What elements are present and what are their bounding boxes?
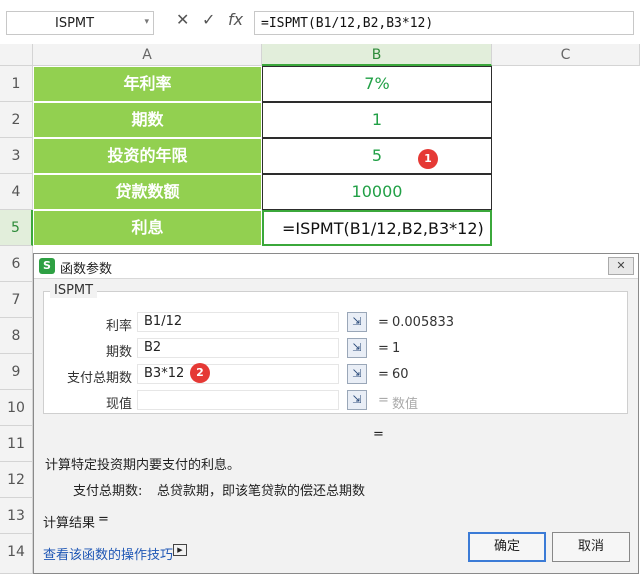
cell-b3[interactable]: 5 (262, 138, 492, 174)
formula-bar: ISPMT ▾ ✕ ✓ fx =ISPMT(B1/12,B2,B3*12) (0, 0, 640, 45)
ok-button[interactable]: 确定 (468, 532, 546, 562)
param-input-rate[interactable]: B1/12 (137, 312, 339, 332)
row-header[interactable]: 6 (0, 246, 33, 282)
param-description: 总贷款期，即该笔贷款的偿还总期数 (157, 484, 366, 499)
cell-a4[interactable]: 贷款数额 (33, 174, 262, 210)
column-header-b[interactable]: B (262, 44, 492, 66)
formula-text: =ISPMT(B1/12,B2,B3*12) (261, 16, 434, 31)
param-label-nper: 支付总期数 (66, 371, 132, 386)
row-header[interactable]: 4 (0, 174, 33, 210)
help-link[interactable]: 查看该函数的操作技巧 (43, 544, 173, 563)
select-all-corner[interactable] (0, 44, 33, 66)
row-header[interactable]: 3 (0, 138, 33, 174)
check-icon[interactable]: ✓ (202, 10, 215, 29)
function-arguments-dialog: S 函数参数 ✕ ISPMT 利率 B1/12 ⇲ = 0.005833 期数 … (33, 253, 639, 574)
step-badge-2: 2 (190, 363, 210, 383)
collapse-dialog-icon[interactable]: ⇲ (347, 312, 367, 332)
param-result-rate: 0.005833 (392, 315, 455, 330)
wps-logo-icon: S (39, 258, 55, 274)
param-result-per: 1 (392, 341, 401, 356)
chevron-down-icon[interactable]: ▾ (144, 17, 149, 27)
function-description: 计算特定投资期内要支付的利息。 (45, 458, 241, 473)
dialog-title: 函数参数 (60, 262, 113, 277)
param-result-nper: 60 (392, 367, 409, 382)
cell-b1[interactable]: 7% (262, 66, 492, 102)
row-header[interactable]: 12 (0, 462, 33, 498)
row-header[interactable]: 2 (0, 102, 33, 138)
cell-b4[interactable]: 10000 (262, 174, 492, 210)
param-label-pv: 现值 (105, 397, 132, 412)
formula-input[interactable]: =ISPMT(B1/12,B2,B3*12) (254, 11, 634, 35)
cell-a5[interactable]: 利息 (33, 210, 262, 246)
param-description-label: 支付总期数: (73, 484, 143, 499)
param-input-nper[interactable]: B3*12 (137, 364, 339, 384)
collapse-dialog-icon[interactable]: ⇲ (347, 390, 367, 410)
collapse-dialog-icon[interactable]: ⇲ (347, 364, 367, 384)
video-icon[interactable]: ▶ (173, 544, 187, 556)
formula-result-equals: = (373, 427, 384, 442)
cell-a3[interactable]: 投资的年限 (33, 138, 262, 174)
dialog-titlebar[interactable]: S 函数参数 ✕ (34, 254, 638, 279)
cell-a1[interactable]: 年利率 (33, 66, 262, 102)
row-header[interactable]: 14 (0, 534, 33, 574)
result-equals: = (98, 512, 109, 527)
cell-b5-editing[interactable]: =ISPMT(B1/12,B2,B3*12) (262, 210, 492, 246)
row-header[interactable]: 7 (0, 282, 33, 318)
param-input-per[interactable]: B2 (137, 338, 339, 358)
collapse-dialog-icon[interactable]: ⇲ (347, 338, 367, 358)
param-result-pv: 数值 (392, 397, 419, 412)
row-header[interactable]: 9 (0, 354, 33, 390)
row-header[interactable]: 5 (0, 210, 33, 246)
row-header[interactable]: 10 (0, 390, 33, 426)
equals-sign: = (378, 393, 389, 408)
row-header[interactable]: 13 (0, 498, 33, 534)
fx-icon[interactable]: fx (228, 10, 243, 29)
equals-sign: = (378, 341, 389, 356)
name-box-value: ISPMT (55, 16, 95, 31)
row-header[interactable]: 8 (0, 318, 33, 354)
column-header-a[interactable]: A (33, 44, 262, 66)
equals-sign: = (378, 367, 389, 382)
result-label: 计算结果 (43, 516, 96, 531)
row-header[interactable]: 1 (0, 66, 33, 102)
close-icon[interactable]: ✕ (608, 257, 634, 275)
equals-sign: = (378, 315, 389, 330)
param-label-per: 期数 (105, 345, 132, 360)
cell-a2[interactable]: 期数 (33, 102, 262, 138)
cancel-button[interactable]: 取消 (552, 532, 630, 562)
step-badge-1: 1 (418, 149, 438, 169)
row-header[interactable]: 11 (0, 426, 33, 462)
param-label-rate: 利率 (105, 319, 132, 334)
cancel-icon[interactable]: ✕ (176, 10, 189, 29)
column-header-c[interactable]: C (492, 44, 640, 66)
cell-b2[interactable]: 1 (262, 102, 492, 138)
function-name: ISPMT (50, 283, 98, 298)
name-box[interactable]: ISPMT ▾ (6, 11, 154, 35)
param-input-pv[interactable] (137, 390, 339, 410)
